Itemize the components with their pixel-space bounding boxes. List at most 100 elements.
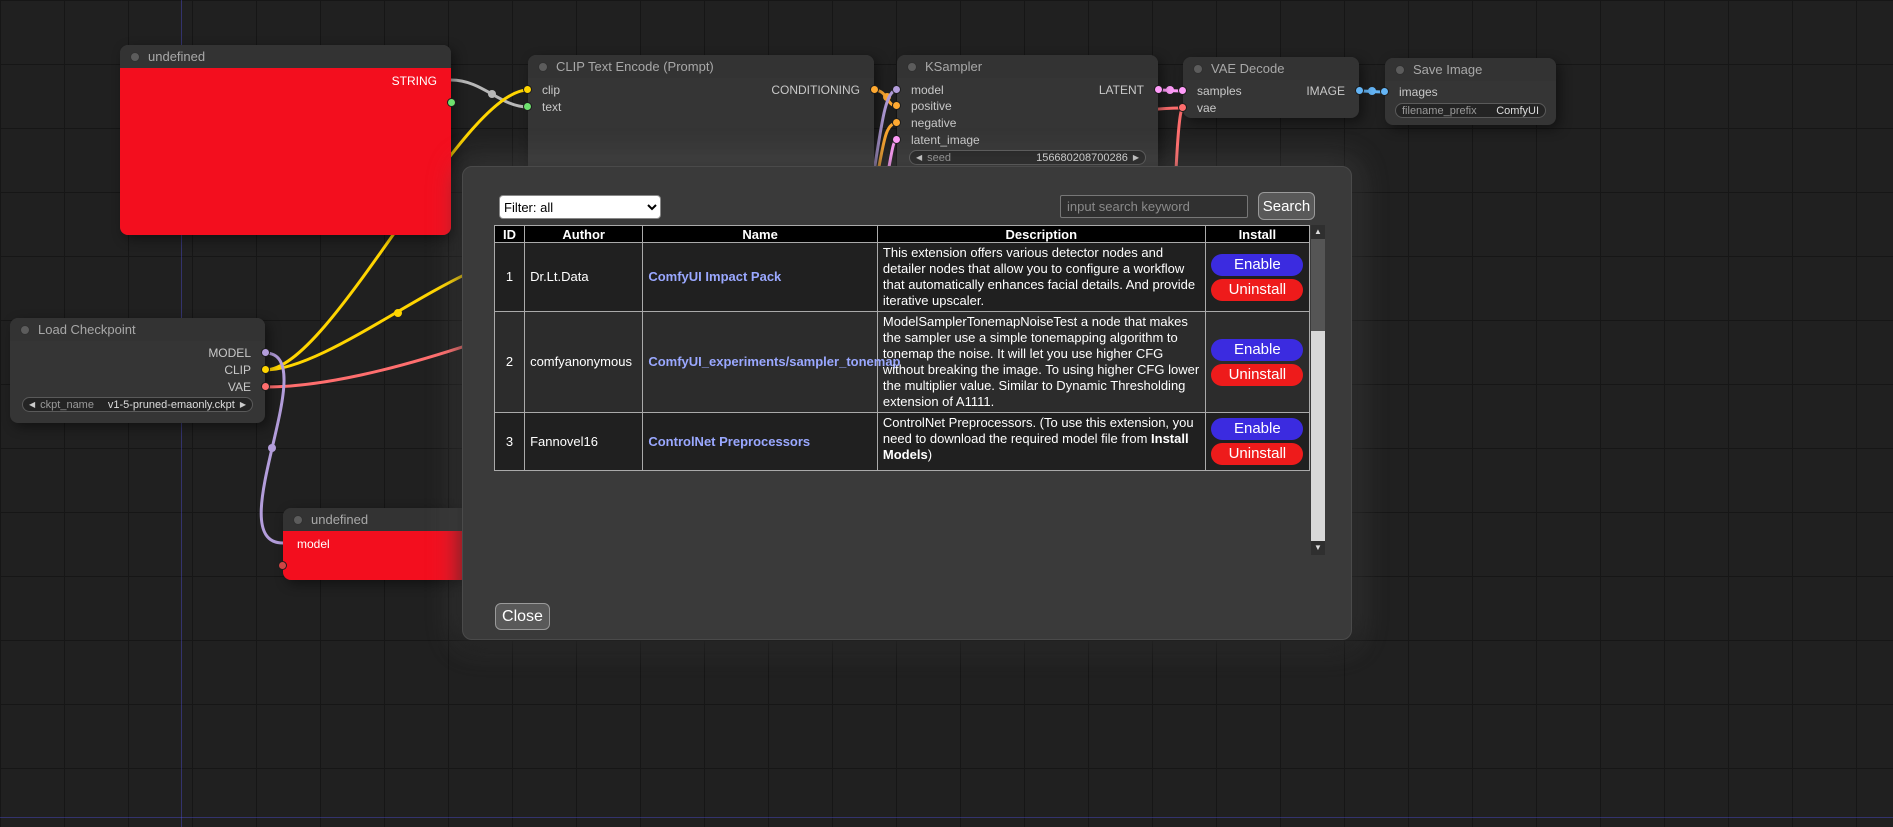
custom-nodes-manager-dialog: Filter: all Search ID Author Name Descri… bbox=[462, 166, 1352, 640]
close-button[interactable]: Close bbox=[495, 603, 550, 630]
collapse-dot-icon[interactable] bbox=[20, 325, 30, 335]
node-title: undefined bbox=[311, 512, 368, 527]
filename-prefix-widget[interactable]: filename_prefix ComfyUI bbox=[1395, 103, 1546, 118]
vae-input-port[interactable] bbox=[1178, 103, 1187, 112]
widget-label: filename_prefix bbox=[1402, 105, 1477, 117]
output-slot-label: STRING bbox=[392, 74, 437, 88]
vae-output-port[interactable] bbox=[261, 382, 270, 391]
scrollbar-thumb[interactable] bbox=[1311, 239, 1325, 331]
output-slot-label: LATENT bbox=[1099, 83, 1144, 97]
latent-output-port[interactable] bbox=[1154, 85, 1163, 94]
widget-value: v1-5-pruned-emaonly.ckpt bbox=[108, 399, 235, 411]
table-row: 1Dr.Lt.Data ComfyUI Impact Pack This exten… bbox=[495, 243, 1310, 312]
collapse-dot-icon[interactable] bbox=[538, 62, 548, 72]
scroll-down-icon[interactable]: ▼ bbox=[1311, 541, 1325, 555]
search-button[interactable]: Search bbox=[1258, 192, 1315, 220]
node-header[interactable]: undefined bbox=[120, 45, 451, 68]
extension-author: Fannovel16 bbox=[525, 413, 643, 471]
uninstall-button[interactable]: Uninstall bbox=[1211, 443, 1303, 465]
enable-button[interactable]: Enable bbox=[1211, 418, 1303, 440]
node-body-error: STRING bbox=[120, 68, 451, 235]
model-input-port[interactable] bbox=[892, 85, 901, 94]
uninstall-button[interactable]: Uninstall bbox=[1211, 279, 1303, 301]
enable-button[interactable]: Enable bbox=[1211, 254, 1303, 276]
collapse-dot-icon[interactable] bbox=[130, 52, 140, 62]
search-input[interactable] bbox=[1060, 195, 1248, 218]
right-arrow-icon[interactable]: ▶ bbox=[1133, 154, 1139, 162]
node-undefined-top[interactable]: undefined STRING bbox=[120, 45, 451, 235]
seed-widget[interactable]: ◀ seed 156680208700286 ▶ bbox=[909, 150, 1146, 165]
output-slot-label: CLIP bbox=[224, 363, 251, 377]
node-title: undefined bbox=[148, 49, 205, 64]
node-header[interactable]: VAE Decode bbox=[1183, 57, 1359, 80]
seed-widget-label: seed bbox=[927, 152, 951, 164]
model-input-port[interactable] bbox=[278, 561, 287, 570]
ckpt-name-widget[interactable]: ◀ ckpt_name v1-5-pruned-emaonly.ckpt ▶ bbox=[22, 397, 253, 412]
node-graph-canvas[interactable]: undefined STRING CLIP Text Encode (Promp… bbox=[0, 0, 1893, 827]
string-output-port[interactable] bbox=[447, 98, 456, 107]
collapse-dot-icon[interactable] bbox=[907, 62, 917, 72]
scrollbar[interactable]: ▲ ▼ bbox=[1311, 225, 1325, 555]
widget-label: ckpt_name bbox=[40, 399, 94, 411]
conditioning-output-port[interactable] bbox=[870, 85, 879, 94]
input-slot-label: negative bbox=[911, 116, 956, 130]
output-slot-label: CONDITIONING bbox=[771, 83, 860, 97]
collapse-dot-icon[interactable] bbox=[293, 515, 303, 525]
table-header-row: ID Author Name Description Install bbox=[495, 226, 1310, 243]
output-slot-label: VAE bbox=[228, 380, 251, 394]
collapse-dot-icon[interactable] bbox=[1395, 65, 1405, 75]
collapse-dot-icon[interactable] bbox=[1193, 64, 1203, 74]
node-title: KSampler bbox=[925, 59, 982, 74]
extension-install-cell: Enable Uninstall bbox=[1205, 312, 1309, 413]
node-title: Save Image bbox=[1413, 62, 1482, 77]
input-slot-label: text bbox=[542, 100, 561, 114]
column-header-author: Author bbox=[525, 226, 643, 243]
extension-description: ModelSamplerTonemapNoiseTest a node that… bbox=[877, 312, 1205, 413]
left-arrow-icon[interactable]: ◀ bbox=[916, 154, 922, 162]
images-input-port[interactable] bbox=[1380, 87, 1389, 96]
positive-input-port[interactable] bbox=[892, 101, 901, 110]
output-slot-label: IMAGE bbox=[1306, 84, 1345, 98]
output-slot-label: MODEL bbox=[208, 346, 251, 360]
node-title: CLIP Text Encode (Prompt) bbox=[556, 59, 714, 74]
extension-author: Dr.Lt.Data bbox=[525, 243, 643, 312]
negative-input-port[interactable] bbox=[892, 118, 901, 127]
input-slot-label: vae bbox=[1197, 101, 1216, 115]
image-output-port[interactable] bbox=[1355, 86, 1364, 95]
node-header[interactable]: CLIP Text Encode (Prompt) bbox=[528, 55, 874, 78]
extension-name-link[interactable]: ComfyUI_experiments/sampler_tonemap bbox=[648, 354, 900, 369]
node-load-checkpoint[interactable]: Load Checkpoint MODEL CLIP VAE ◀ ckpt_na… bbox=[10, 318, 265, 423]
filter-select[interactable]: Filter: all bbox=[499, 195, 661, 219]
extension-name-link[interactable]: ControlNet Preprocessors bbox=[648, 434, 810, 449]
clip-input-port[interactable] bbox=[523, 85, 532, 94]
extension-table-body: 1Dr.Lt.Data ComfyUI Impact Pack This exten… bbox=[495, 243, 1310, 471]
uninstall-button[interactable]: Uninstall bbox=[1211, 364, 1303, 386]
node-header[interactable]: Load Checkpoint bbox=[10, 318, 265, 341]
clip-output-port[interactable] bbox=[261, 365, 270, 374]
node-header[interactable]: Save Image bbox=[1385, 58, 1556, 81]
text-input-port[interactable] bbox=[523, 102, 532, 111]
latent-image-input-port[interactable] bbox=[892, 135, 901, 144]
input-slot-label: clip bbox=[542, 83, 560, 97]
input-slot-label: model bbox=[911, 83, 944, 97]
extension-id: 1 bbox=[495, 243, 525, 312]
canvas-axis-horizontal bbox=[0, 817, 1893, 818]
input-slot-label: model bbox=[297, 537, 330, 551]
column-header-name: Name bbox=[643, 226, 878, 243]
node-ksampler[interactable]: KSampler model positive negative latent_… bbox=[897, 55, 1158, 180]
extension-name-link[interactable]: ComfyUI Impact Pack bbox=[648, 269, 781, 284]
right-arrow-icon[interactable]: ▶ bbox=[240, 401, 246, 409]
model-output-port[interactable] bbox=[261, 348, 270, 357]
left-arrow-icon[interactable]: ◀ bbox=[29, 401, 35, 409]
node-header[interactable]: KSampler bbox=[897, 55, 1158, 78]
node-vae-decode[interactable]: VAE Decode samples vae IMAGE bbox=[1183, 57, 1359, 118]
enable-button[interactable]: Enable bbox=[1211, 339, 1303, 361]
node-save-image[interactable]: Save Image images filename_prefix ComfyU… bbox=[1385, 58, 1556, 125]
input-slot-label: positive bbox=[911, 99, 952, 113]
samples-input-port[interactable] bbox=[1178, 86, 1187, 95]
extension-description: This extension offers various detector n… bbox=[877, 243, 1205, 312]
node-undefined-bottom[interactable]: undefined model bbox=[283, 508, 469, 580]
node-body-error: model bbox=[283, 531, 469, 580]
node-header[interactable]: undefined bbox=[283, 508, 469, 531]
scroll-up-icon[interactable]: ▲ bbox=[1311, 225, 1325, 239]
